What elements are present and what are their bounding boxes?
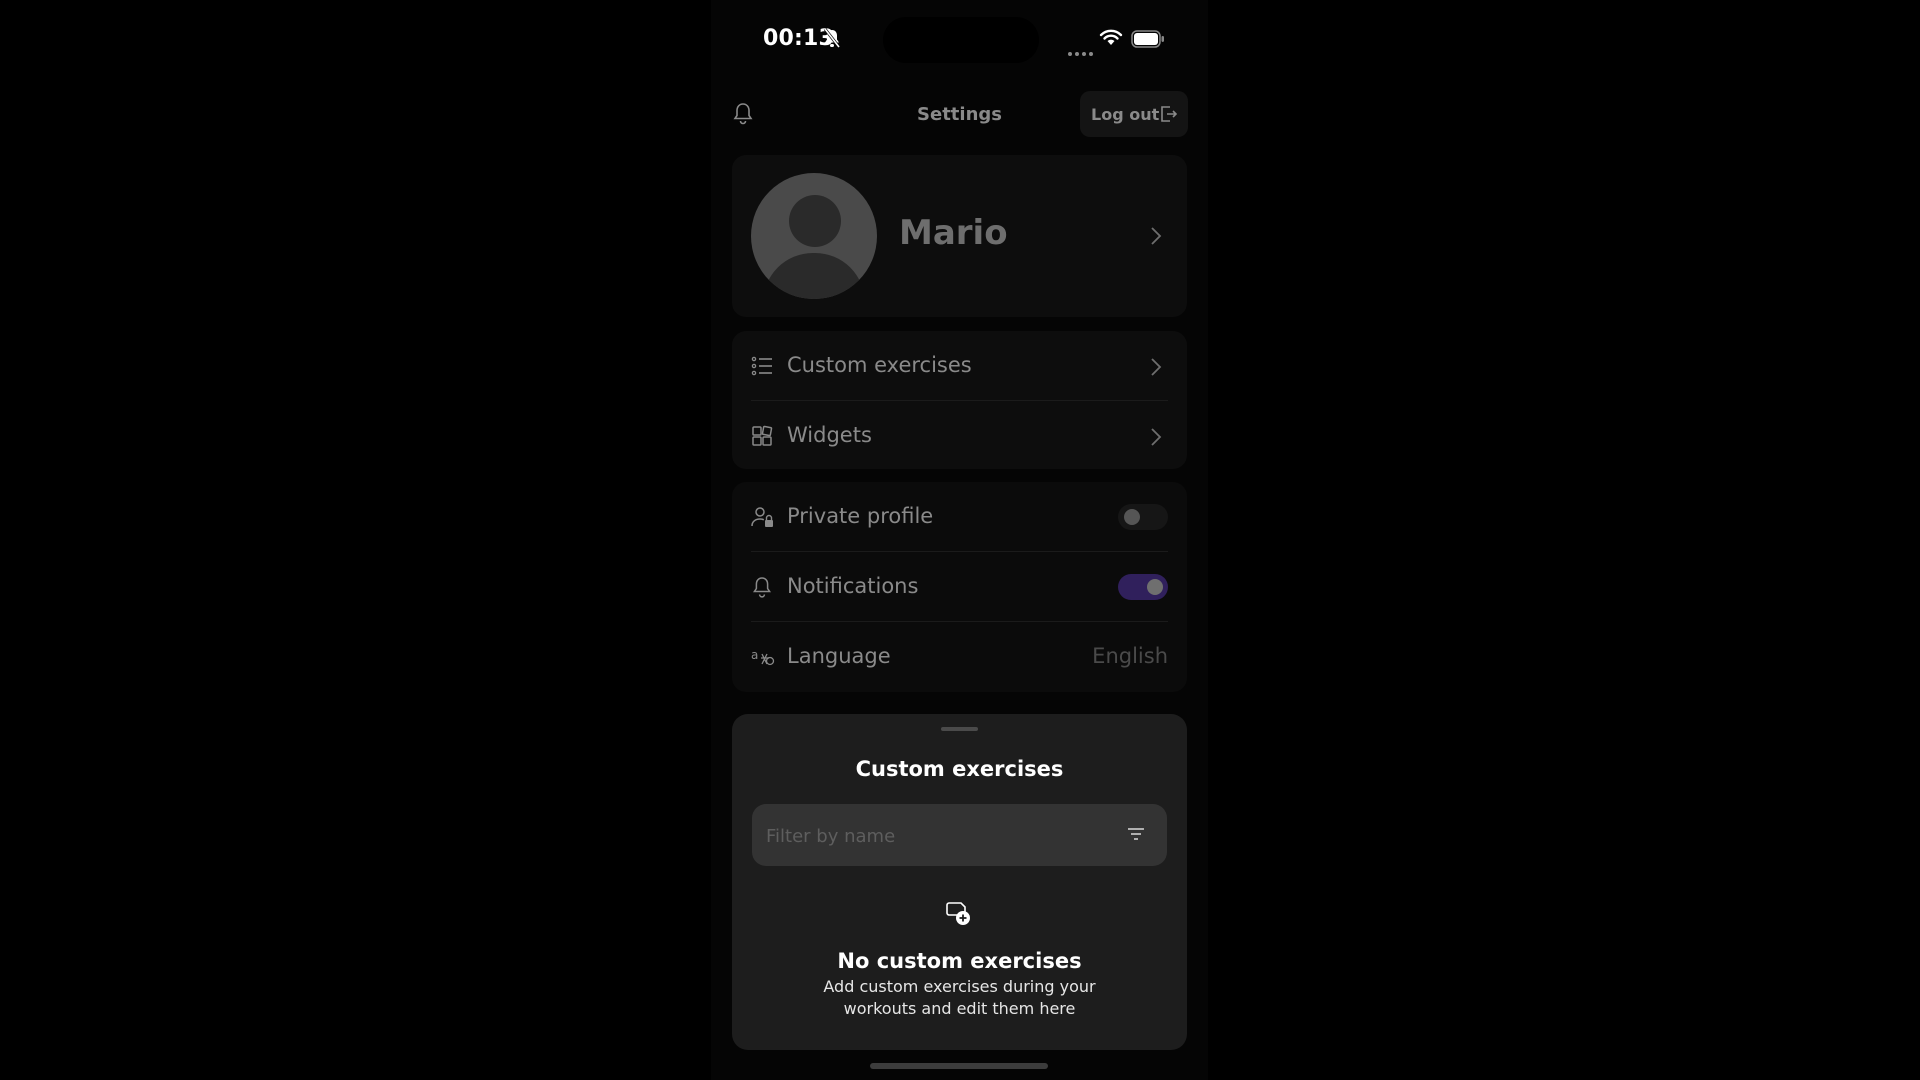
sheet-title: Custom exercises [855, 757, 1064, 781]
setting-private-profile: Private profile [732, 482, 1187, 552]
profile-name: Mario [899, 213, 1008, 253]
top-navigation: Settings Log out [711, 90, 1208, 140]
logout-label: Log out [1091, 105, 1160, 124]
menu-item-label: Widgets [787, 423, 872, 447]
logout-button[interactable]: Log out [1080, 91, 1188, 137]
setting-label: Private profile [787, 504, 934, 528]
sheet-grabber[interactable] [941, 727, 978, 731]
status-bar: 00:13 [711, 0, 1208, 80]
setting-label: Language [787, 644, 891, 668]
profile-card[interactable]: Mario [732, 155, 1187, 317]
user-lock-icon [751, 506, 775, 532]
setting-label: Notifications [787, 574, 919, 598]
avatar [751, 173, 877, 299]
widgets-icon [751, 425, 773, 451]
dynamic-island [883, 17, 1039, 63]
add-exercise-icon [944, 899, 974, 933]
phone-screen: 00:13 Settings Log out Mario Custom exer… [711, 0, 1208, 1080]
chevron-right-icon [1150, 357, 1162, 381]
bell-icon [751, 576, 773, 602]
setting-language[interactable]: a Language English [732, 622, 1187, 692]
preferences-card: Private profile Notifications a Language… [732, 482, 1187, 692]
signal-dots-icon [1067, 42, 1093, 61]
home-indicator[interactable] [870, 1063, 1048, 1069]
filter-input[interactable] [764, 804, 1108, 868]
svg-text:a: a [751, 648, 758, 662]
language-value: English [1092, 644, 1168, 668]
logout-icon [1158, 104, 1178, 128]
menu-item-custom-exercises[interactable]: Custom exercises [732, 331, 1187, 401]
private-profile-toggle[interactable] [1118, 504, 1168, 530]
wifi-icon [1099, 29, 1123, 51]
bell-off-icon [823, 28, 841, 52]
setting-notifications: Notifications [732, 552, 1187, 622]
language-icon: a [751, 646, 775, 670]
empty-state-description: Add custom exercises during your workout… [823, 977, 1096, 1018]
filter-icon[interactable] [1127, 826, 1145, 846]
list-icon [751, 355, 773, 381]
battery-icon [1131, 30, 1165, 52]
menu-item-widgets[interactable]: Widgets [732, 401, 1187, 471]
chevron-right-icon [1150, 226, 1162, 250]
notifications-toggle[interactable] [1118, 574, 1168, 600]
menu-item-label: Custom exercises [787, 353, 972, 377]
settings-menu-card: Custom exercises Widgets [732, 331, 1187, 469]
chevron-right-icon [1150, 427, 1162, 451]
filter-search-field [752, 804, 1167, 868]
custom-exercises-sheet: Custom exercises No custom exercises Add… [732, 714, 1187, 1050]
empty-state-title: No custom exercises [837, 949, 1082, 973]
